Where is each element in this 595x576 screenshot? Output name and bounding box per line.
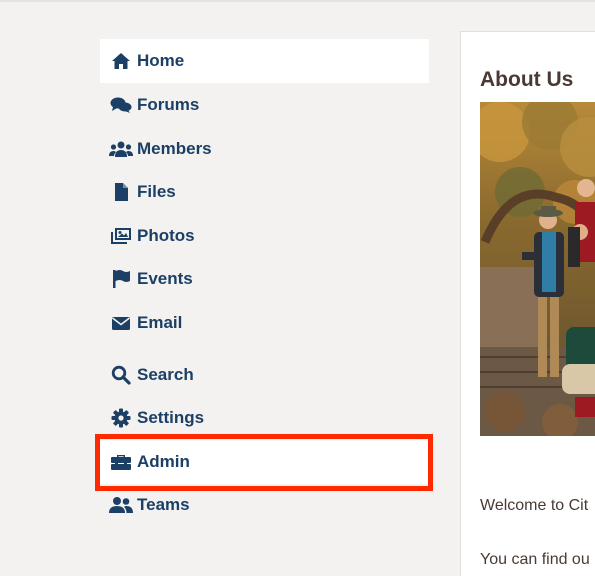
about-panel: About Us Welcome to Cit You can find ou bbox=[460, 31, 595, 576]
sidebar-item-forums[interactable]: Forums bbox=[100, 83, 429, 127]
sidebar-item-search[interactable]: Search bbox=[100, 353, 429, 397]
search-icon bbox=[109, 365, 133, 385]
sidebar-item-label: Home bbox=[137, 51, 185, 70]
welcome-text: Welcome to Cit bbox=[480, 497, 589, 514]
sidebar-item-photos[interactable]: Photos bbox=[100, 214, 429, 258]
find-us-text: You can find ou bbox=[480, 551, 590, 568]
envelope-icon bbox=[109, 313, 133, 333]
sidebar-item-admin[interactable]: Admin bbox=[100, 440, 429, 484]
sidebar-item-label: Events bbox=[137, 269, 193, 288]
sidebar-item-label: Forums bbox=[137, 95, 200, 114]
teams-icon bbox=[109, 495, 133, 515]
photos-icon bbox=[109, 226, 133, 246]
forums-icon bbox=[109, 95, 133, 115]
group-photo bbox=[480, 102, 595, 436]
sidebar-item-label: Email bbox=[137, 313, 183, 332]
page-title: About Us bbox=[480, 68, 574, 91]
gear-icon bbox=[109, 408, 133, 428]
file-icon bbox=[109, 182, 133, 202]
sidebar-item-email[interactable]: Email bbox=[100, 301, 429, 345]
home-icon bbox=[109, 51, 133, 71]
sidebar-item-label: Settings bbox=[137, 408, 205, 427]
sidebar-item-label: Search bbox=[137, 365, 194, 384]
flag-icon bbox=[109, 269, 133, 289]
top-border bbox=[0, 0, 595, 2]
sidebar-item-home[interactable]: Home bbox=[100, 39, 429, 83]
sidebar-item-label: Files bbox=[137, 182, 176, 201]
sidebar-item-files[interactable]: Files bbox=[100, 170, 429, 214]
members-icon bbox=[109, 139, 133, 159]
sidebar-item-label: Members bbox=[137, 139, 212, 158]
sidebar-item-label: Teams bbox=[137, 495, 190, 514]
sidebar-item-teams[interactable]: Teams bbox=[100, 483, 429, 527]
sidebar-item-label: Admin bbox=[137, 452, 190, 471]
sidebar-item-members[interactable]: Members bbox=[100, 127, 429, 171]
sidebar-item-settings[interactable]: Settings bbox=[100, 396, 429, 440]
sidebar-item-label: Photos bbox=[137, 226, 195, 245]
toolbox-icon bbox=[109, 452, 133, 472]
sidebar-item-events[interactable]: Events bbox=[100, 257, 429, 301]
